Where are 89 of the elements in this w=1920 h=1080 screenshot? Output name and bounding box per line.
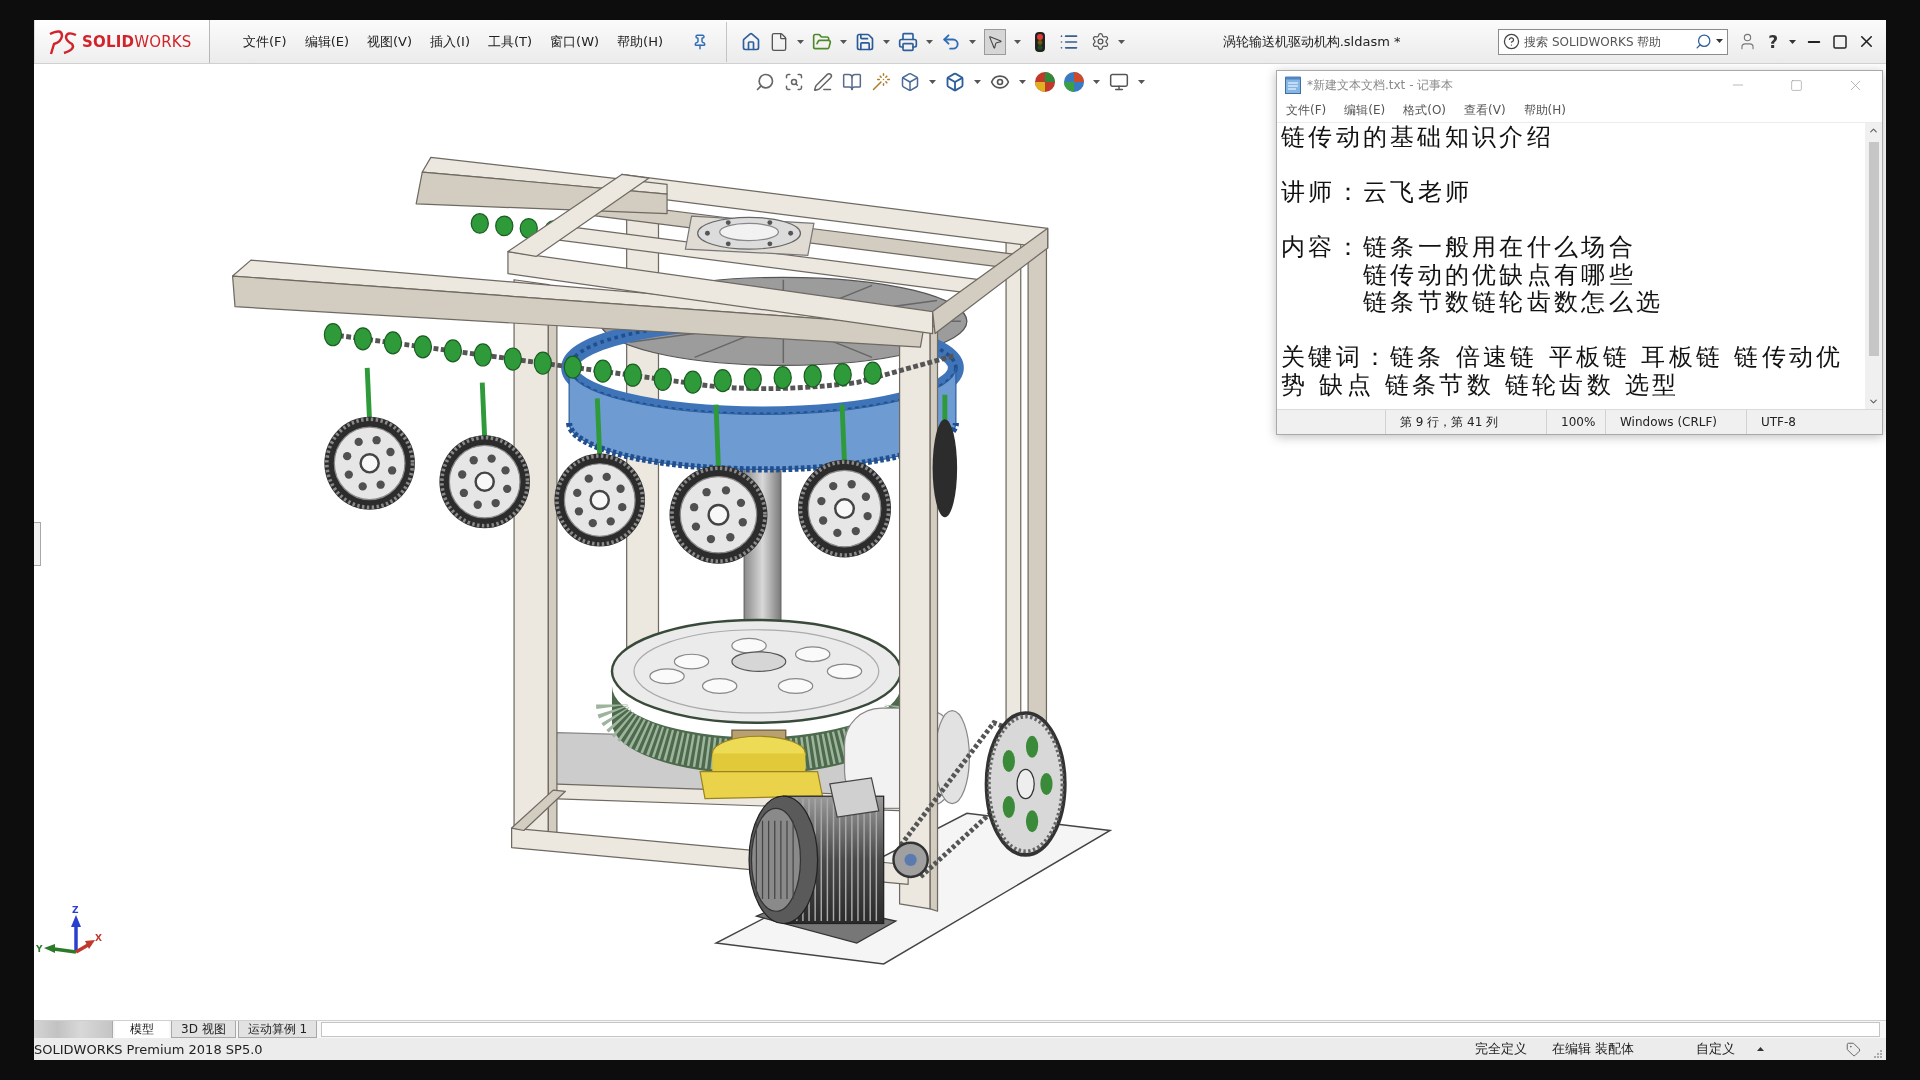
scroll-down-icon[interactable] [1868,396,1879,407]
caret-down-icon[interactable] [974,80,981,84]
logo-icon [48,28,78,55]
model-tab[interactable]: 3D 视图 [171,1021,236,1038]
settings-icon[interactable] [1091,32,1111,51]
scrollbar-thumb[interactable] [1868,142,1879,356]
caret-down-icon[interactable] [1716,39,1724,43]
pointer-icon [987,33,1004,50]
menu-item[interactable]: 编辑(E) [1341,102,1393,119]
axis-label: X [95,933,102,943]
help-icon[interactable] [1503,32,1521,50]
tag-icon[interactable] [1846,1041,1861,1057]
caret-down-icon[interactable] [1093,80,1100,84]
axis-label: Y [36,944,43,954]
x-axis-arrow [75,940,95,954]
caret-down-icon[interactable] [797,39,805,44]
color-sphere-icon[interactable] [1064,72,1084,92]
menu-item[interactable]: 文件(F) [1283,102,1334,119]
product-version-text: SOLIDWORKS Premium 2018 SP5.0 [34,1041,263,1057]
caret-down-icon[interactable] [929,80,936,84]
document-title: 涡轮输送机驱动机构.sldasm * [1221,32,1402,51]
menu-item[interactable]: 文件(F) [234,32,296,51]
pencil-icon[interactable] [813,72,833,92]
field-label: 讲师： [1281,179,1363,207]
caret-down-icon[interactable] [1014,39,1022,44]
menu-item[interactable]: 格式(O) [1400,102,1454,119]
field-value: 链条一般用在什么场合 [1362,234,1636,262]
traffic-light-icon[interactable] [1035,31,1046,52]
notepad-icon [1285,76,1301,94]
menu-item[interactable]: 工具(T) [479,32,542,51]
maximize-icon[interactable] [1832,33,1848,50]
cube-icon[interactable] [945,72,965,92]
field-value: 链条节数链轮齿数怎么选 [1362,289,1664,317]
text-editor-field[interactable]: 链传动的基础知识介绍 讲师：云飞老师 内容：链条一般用在什么场合 链传动的优缺点有哪些 链条节数链轮齿数怎么选 关键词：链条 倍速链 平板链 耳板链 链传动优势 缺点 链条节数 链轮齿数 选型 [1277,122,1882,409]
search-field[interactable]: 搜索 SOLIDWORKS 帮助 [1498,28,1729,55]
axis-label: Z [72,905,79,915]
cursor-position-text: 第 9 行，第 41 列 [1400,413,1499,431]
menu-item[interactable]: 视图(V) [358,32,422,51]
caret-down-icon[interactable] [883,39,891,44]
status-field: 自定义 [1696,1040,1735,1058]
status-field: 在编辑 装配体 [1551,1040,1634,1058]
field-value: 云飞老师 [1362,179,1473,207]
y-axis-arrow [44,944,77,954]
document-heading: 链传动的基础知识介绍 [1281,124,1554,152]
book-icon[interactable] [842,72,862,92]
search-icon[interactable] [1695,32,1713,50]
caret-down-icon[interactable] [969,39,977,44]
caret-down-icon[interactable] [1789,39,1796,44]
horizontal-scrollbar[interactable] [321,1022,1880,1037]
menu-item[interactable]: 查看(V) [1461,102,1513,119]
wand-icon[interactable] [871,72,891,92]
menu-item[interactable]: 帮助(H) [608,32,673,51]
logo-text: SOLIDWORKS [82,32,192,51]
panel-toggle-handle[interactable] [34,522,41,566]
vertical-scrollbar[interactable] [1865,123,1882,409]
eye-icon[interactable] [990,72,1010,92]
caret-down-icon[interactable] [1138,80,1145,84]
home-icon[interactable] [741,31,762,52]
menu-item[interactable]: 窗口(W) [541,32,609,51]
line-ending-text: Windows (CRLF) [1620,415,1718,429]
caret-down-icon[interactable] [926,39,934,44]
folder-icon[interactable] [812,31,833,52]
select-button[interactable] [984,28,1007,55]
model-tab[interactable]: 模型 [115,1021,169,1038]
printer-icon[interactable] [898,31,919,52]
caret-down-icon[interactable] [1019,80,1026,84]
cube-icon[interactable] [900,72,920,92]
encoding-text: UTF-8 [1761,415,1796,429]
field-value: 链传动的优缺点有哪些 [1362,261,1636,289]
zoom-level-text: 100% [1561,415,1596,429]
menu-item[interactable]: 帮助(H) [1520,102,1573,119]
window-title: *新建文本文档.txt - 记事本 [1307,76,1455,94]
caret-up-icon[interactable] [1757,1047,1764,1051]
keywords-text: 关键词：链条 倍速链 平板链 耳板链 链传动优势 缺点 链条节数 链轮齿数 选型 [1281,344,1845,399]
save-icon[interactable] [855,31,876,52]
color-sphere-icon[interactable] [1035,72,1055,92]
menu-item[interactable]: 编辑(E) [295,32,358,51]
zoom-area-icon[interactable] [784,72,804,92]
field-label: 内容： [1281,234,1363,262]
z-axis-arrow [71,915,81,952]
resize-grip-icon[interactable] [1873,1049,1882,1058]
monitor-icon[interactable] [1109,72,1129,92]
caret-down-icon[interactable] [1118,39,1126,44]
magnifier-icon[interactable] [755,72,775,92]
help-button[interactable]: ? [1766,31,1780,52]
caret-down-icon[interactable] [840,39,848,44]
status-field: 完全定义 [1474,1040,1527,1058]
menu-item[interactable]: 插入(I) [421,32,479,51]
model-tab[interactable]: 运动算例 1 [237,1021,318,1038]
